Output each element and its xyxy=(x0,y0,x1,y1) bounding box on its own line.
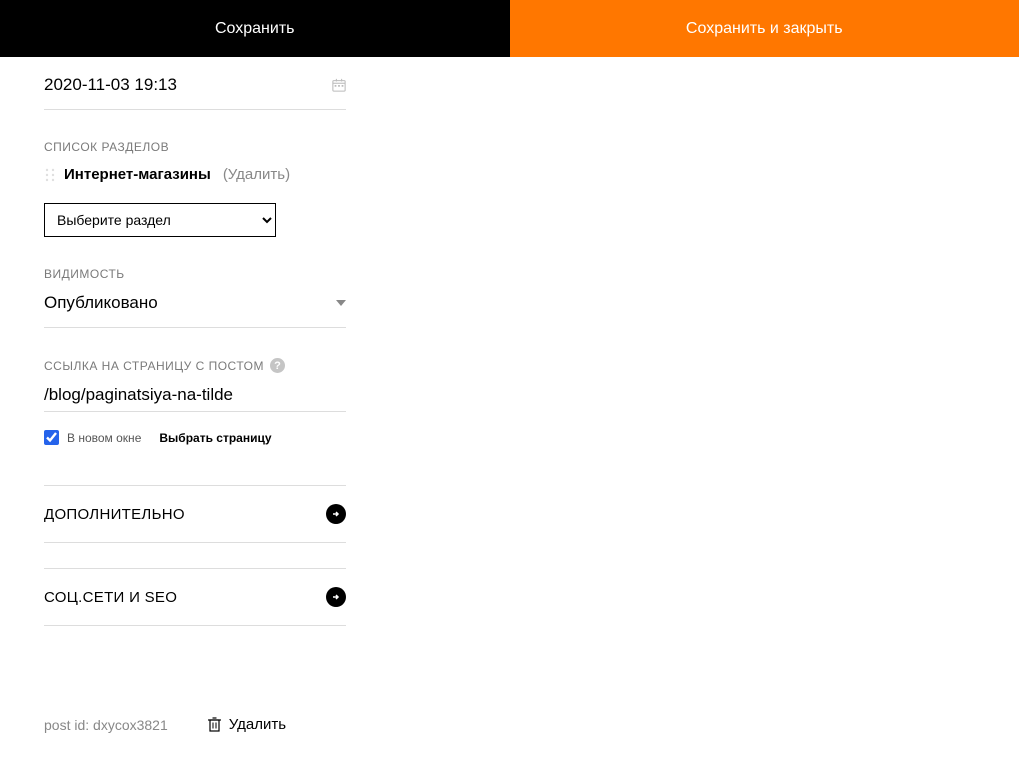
visibility-block: ВИДИМОСТЬ Опубликовано xyxy=(44,267,346,328)
save-close-button[interactable]: Сохранить и закрыть xyxy=(510,0,1019,57)
section-select[interactable]: Выберите раздел xyxy=(44,203,276,237)
new-window-checkbox[interactable] xyxy=(44,430,59,445)
section-remove-link[interactable]: (Удалить) xyxy=(223,166,290,183)
additional-label: ДОПОЛНИТЕЛЬНО xyxy=(44,506,185,523)
calendar-icon xyxy=(332,78,346,92)
select-page-link[interactable]: Выбрать страницу xyxy=(159,431,271,445)
link-input[interactable] xyxy=(44,385,346,412)
footer: post id: dxycox3821 Удалить xyxy=(44,716,346,733)
visibility-value: Опубликовано xyxy=(44,293,158,313)
date-value: 2020-11-03 19:13 xyxy=(44,75,177,95)
help-icon[interactable]: ? xyxy=(270,358,285,373)
delete-label: Удалить xyxy=(229,716,286,733)
date-field[interactable]: 2020-11-03 19:13 xyxy=(44,75,346,110)
sections-label: СПИСОК РАЗДЕЛОВ xyxy=(44,140,346,154)
additional-section[interactable]: ДОПОЛНИТЕЛЬНО xyxy=(44,485,346,543)
social-seo-section[interactable]: СОЦ.СЕТИ И SEO xyxy=(44,568,346,626)
link-block: ССЫЛКА НА СТРАНИЦУ С ПОСТОМ ? В новом ок… xyxy=(44,358,346,445)
arrow-right-icon xyxy=(326,504,346,524)
post-id: post id: dxycox3821 xyxy=(44,717,168,733)
drag-handle-icon[interactable] xyxy=(44,168,56,182)
sections-block: СПИСОК РАЗДЕЛОВ Интернет-магазины (Удали… xyxy=(44,140,346,267)
new-window-label: В новом окне xyxy=(67,431,141,445)
section-name: Интернет-магазины xyxy=(64,166,211,183)
trash-icon xyxy=(208,717,221,732)
link-label: ССЫЛКА НА СТРАНИЦУ С ПОСТОМ xyxy=(44,359,264,373)
social-seo-label: СОЦ.СЕТИ И SEO xyxy=(44,589,177,606)
arrow-right-icon xyxy=(326,587,346,607)
save-button[interactable]: Сохранить xyxy=(0,0,510,57)
visibility-label: ВИДИМОСТЬ xyxy=(44,267,346,281)
chevron-down-icon xyxy=(336,300,346,306)
section-item: Интернет-магазины (Удалить) xyxy=(44,166,346,183)
delete-button[interactable]: Удалить xyxy=(208,716,286,733)
visibility-select[interactable]: Опубликовано xyxy=(44,293,346,328)
